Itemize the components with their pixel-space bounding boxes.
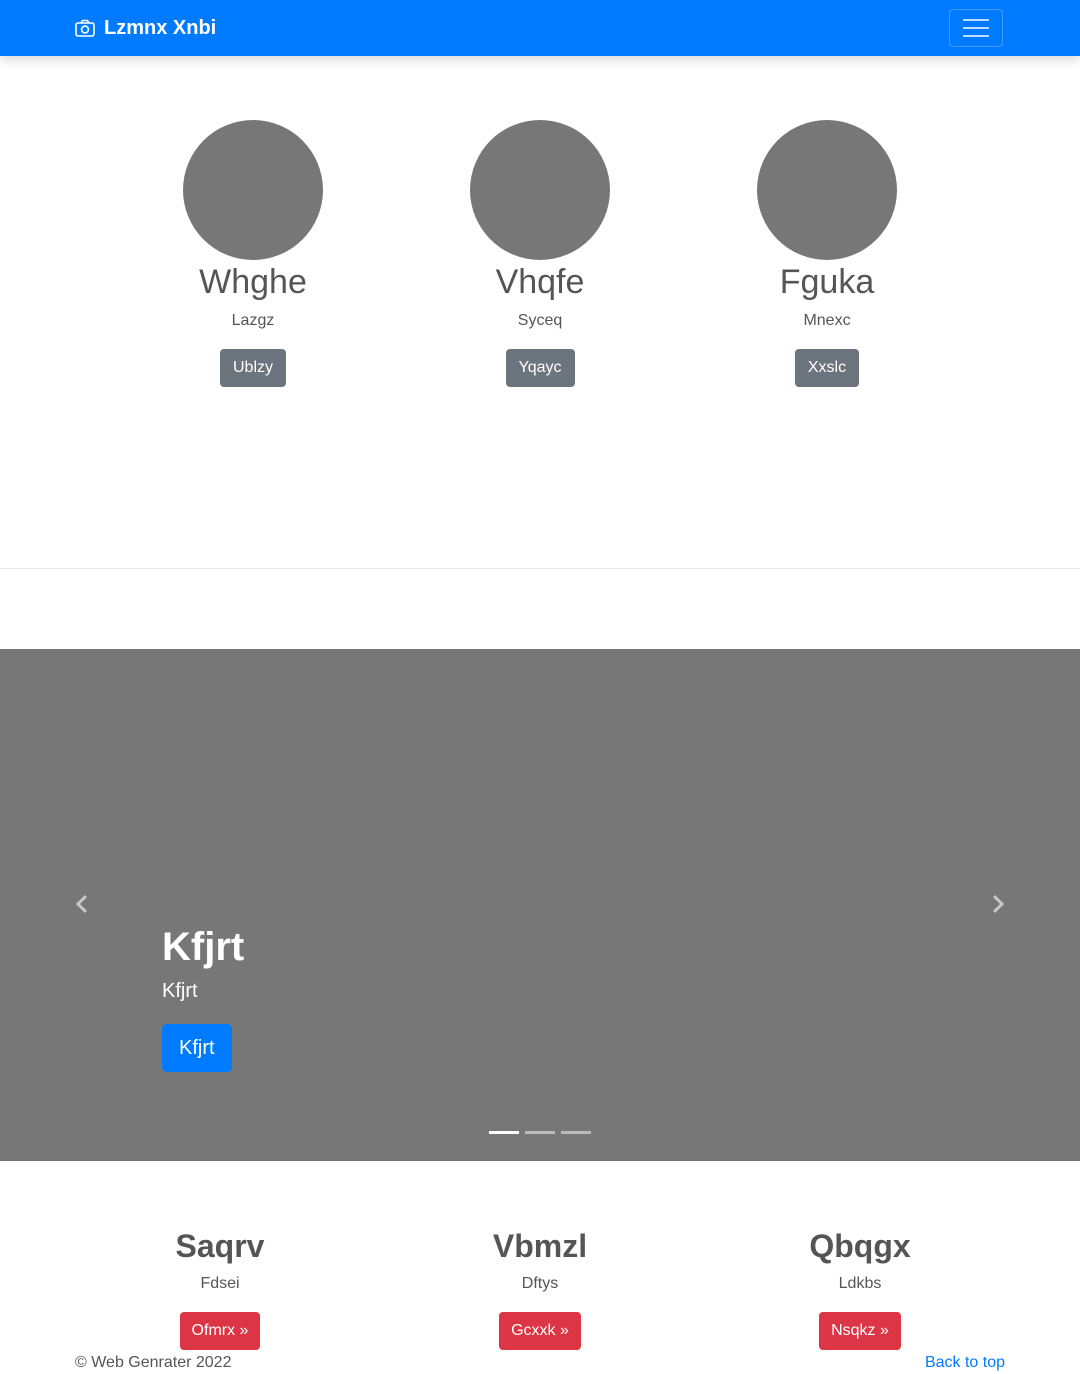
brand-link[interactable]: Lzmnx Xnbi (75, 16, 216, 40)
feature-text: Ldkbs (838, 1275, 882, 1292)
feature-column: Qbqgx Ldkbs Nsqkz » (740, 1226, 980, 1350)
avatar (757, 120, 897, 260)
profile-button[interactable]: Ublzy (219, 349, 286, 387)
brand-title: Lzmnx Xnbi (104, 16, 217, 39)
profile-subtitle: Lazgz (231, 312, 275, 329)
camera-icon (75, 19, 95, 37)
feature-column: Saqrv Fdsei Ofmrx » (100, 1226, 340, 1350)
hamburger-icon (963, 19, 989, 21)
profile-card: Vhqfe Syceq Yqayc (440, 120, 640, 387)
feature-text: Fdsei (200, 1275, 240, 1292)
feature-button[interactable]: Nsqkz » (819, 1312, 901, 1350)
profile-subtitle: Syceq (517, 312, 563, 329)
carousel-text: Kfjrt (162, 980, 198, 1002)
feature-title: Vbmzl (492, 1228, 588, 1264)
avatar (470, 120, 610, 260)
section-divider (0, 568, 1080, 569)
carousel-button[interactable]: Kfjrt (162, 1024, 232, 1072)
navbar: Lzmnx Xnbi (0, 0, 1080, 56)
feature-title: Qbqgx (809, 1228, 911, 1264)
feature-column: Vbmzl Dftys Gcxxk » (420, 1226, 660, 1350)
hamburger-icon (963, 35, 989, 37)
footer-copyright: © Web Genrater 2022 (75, 1354, 232, 1371)
profile-name: Fguka (779, 263, 875, 301)
hamburger-icon (963, 27, 989, 29)
carousel-indicator[interactable] (525, 1131, 555, 1134)
profile-card: Whghe Lazgz Ublzy (153, 120, 353, 387)
feature-text: Dftys (521, 1275, 559, 1292)
carousel-indicator[interactable] (561, 1131, 591, 1134)
carousel-caption: Kfjrt Kfjrt Kfjrt (162, 923, 244, 1072)
carousel-indicators (489, 1131, 591, 1134)
profile-button[interactable]: Yqayc (505, 349, 575, 387)
profile-card: Fguka Mnexc Xxslc (727, 120, 927, 387)
profile-button[interactable]: Xxslc (794, 349, 860, 387)
carousel: Kfjrt Kfjrt Kfjrt (0, 649, 1080, 1161)
back-to-top-link[interactable]: Back to top (925, 1353, 1005, 1373)
navbar-toggler-button[interactable] (949, 9, 1003, 47)
carousel-indicator[interactable] (489, 1131, 519, 1134)
profile-subtitle: Mnexc (803, 312, 851, 329)
profile-name: Vhqfe (495, 263, 585, 301)
feature-button[interactable]: Gcxxk » (499, 1312, 581, 1350)
feature-title: Saqrv (175, 1228, 265, 1264)
carousel-title: Kfjrt (162, 925, 245, 969)
profile-name: Whghe (199, 263, 307, 301)
chevron-left-icon[interactable] (72, 893, 92, 915)
chevron-right-icon[interactable] (988, 893, 1008, 915)
avatar (183, 120, 323, 260)
feature-button[interactable]: Ofmrx » (179, 1312, 261, 1350)
